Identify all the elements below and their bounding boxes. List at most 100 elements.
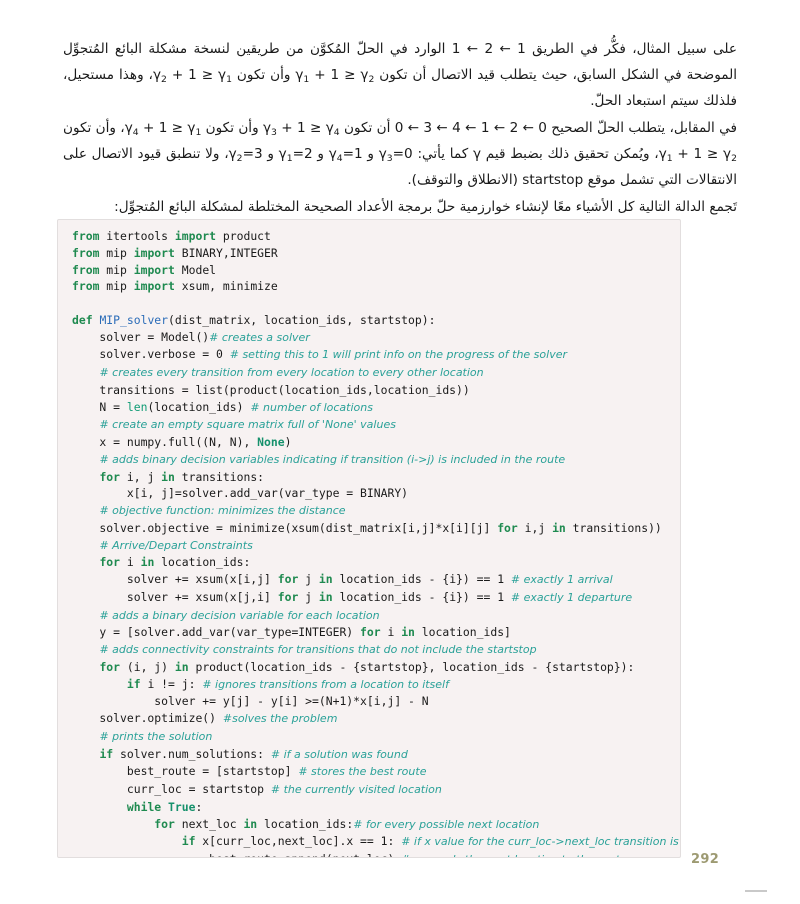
code-token: # if a solution was found	[270, 747, 408, 761]
code-line: solver += xsum(x[i,j] for j in location_…	[72, 571, 680, 589]
code-line: # objective function: minimizes the dist…	[72, 502, 680, 520]
code-token: N =	[72, 399, 127, 414]
prose-body: على سبيل المثال، فكُّر في الطريق 1 ← 2 ←…	[63, 36, 737, 220]
code-line: solver = Model()# creates a solver	[72, 329, 680, 347]
code-line: best_route.append(next_loc) # appends th…	[72, 851, 680, 857]
code-token: :	[387, 834, 402, 849]
code-line: for next_loc in location_ids:# for every…	[72, 816, 680, 834]
code-token: from	[72, 262, 100, 277]
code-token: location_ids - {i}) ==	[332, 572, 498, 586]
code-token: # objective function: minimizes the dist…	[99, 504, 346, 517]
code-token: # prints the solution	[99, 729, 213, 743]
code-line: # create an empty square matrix full of …	[72, 416, 680, 434]
code-token: MIP_solver	[99, 312, 169, 327]
code-token: for	[99, 469, 121, 484]
code-token: # the currently visited location	[270, 783, 442, 796]
code-token: best_route.append(next_loc)	[72, 852, 401, 857]
code-line: while True:	[72, 799, 680, 816]
code-token: :	[195, 799, 203, 814]
code-token: i	[120, 555, 141, 570]
code-line: # adds connectivity constraints for tran…	[72, 641, 680, 659]
code-line: N = len(location_ids) # number of locati…	[72, 399, 680, 417]
code-token: product(location_ids - {startstop}, loca…	[188, 659, 635, 674]
prose-paragraph-1: على سبيل المثال، فكُّر في الطريق 1 ← 2 ←…	[63, 41, 737, 109]
code-token: for	[360, 625, 381, 640]
code-token: i != j:	[140, 676, 203, 691]
code-token: (location_ids)	[147, 399, 251, 414]
code-token: in	[243, 816, 258, 831]
code-token: # if x value for the curr_loc->next_loc …	[401, 835, 681, 849]
code-token: y = [solver.add_var(var_type=INTEGER)	[72, 625, 361, 640]
code-token: x[curr_loc,next_loc].x ==	[195, 834, 381, 849]
code-line: solver.objective = minimize(xsum(dist_ma…	[72, 520, 680, 537]
code-token: solver += y[j] - y[i] >=(N+1)*x[i,j] - N	[72, 694, 429, 709]
code-token: curr_loc = startstop	[72, 782, 271, 796]
code-line: # adds a binary decision variable for ea…	[72, 607, 680, 625]
code-token: solver.num_solutions:	[113, 746, 271, 761]
page-canvas: على سبيل المثال، فكُّر في الطريق 1 ← 2 ←…	[0, 0, 800, 904]
code-line: best_route = [startstop] # stores the be…	[72, 763, 680, 781]
code-token: # adds connectivity constraints for tran…	[99, 643, 537, 656]
prose-paragraph-3: تَجمع الدالة التالية كل الأشياء معًا لإن…	[114, 199, 737, 215]
code-token: len	[126, 399, 148, 414]
code-token: # adds binary decision variables indicat…	[99, 452, 566, 466]
code-line: from itertools import product	[72, 228, 680, 245]
code-token: product	[216, 229, 271, 243]
code-token: mip	[99, 262, 134, 277]
code-token: )	[284, 435, 292, 449]
code-token: for	[99, 555, 121, 570]
code-token: while	[126, 799, 162, 814]
code-token: if	[181, 834, 196, 849]
code-line: # adds binary decision variables indicat…	[72, 451, 680, 469]
code-line: # prints the solution	[72, 728, 680, 746]
code-line: transitions = list(product(location_ids,…	[72, 382, 680, 399]
code-token: for	[277, 572, 299, 586]
code-token: # for every possible next location	[353, 817, 540, 831]
code-token: (dist_matrix, location_ids, startstop):	[168, 312, 436, 327]
code-token: if	[126, 676, 141, 691]
code-token: # appends the next location to the route	[401, 853, 627, 857]
code-token: in	[318, 572, 333, 586]
code-token: import	[174, 229, 217, 243]
code-token: in	[318, 589, 333, 604]
page-number: 292	[691, 852, 720, 867]
code-token: # creates every transition from every lo…	[99, 366, 484, 379]
footer-rule-mark	[745, 890, 767, 892]
code-token: xsum, minimize	[174, 279, 278, 294]
code-block[interactable]: from itertools import product from mip im…	[57, 219, 681, 858]
code-line: def MIP_solver(dist_matrix, location_ids…	[72, 312, 680, 329]
code-token: j	[298, 589, 319, 604]
code-line: # creates every transition from every lo…	[72, 364, 680, 382]
code-token: mip	[99, 279, 134, 294]
code-token: in	[401, 625, 415, 640]
code-token: # setting this to 1 will print info on t…	[229, 348, 567, 362]
code-token: j	[298, 572, 319, 586]
code-token: # number of locations	[250, 400, 373, 414]
code-token: location_ids]	[414, 625, 511, 640]
code-token: location_ids:	[154, 555, 251, 570]
code-token: # create an empty square matrix full of …	[99, 418, 396, 432]
code-token: x[i, j]=solver.add_var(var_type = BINARY…	[72, 486, 409, 501]
code-line: if i != j: # ignores transitions from a …	[72, 676, 680, 694]
code-token: transitions = list(product(location_ids,…	[72, 382, 470, 397]
prose-paragraph-2: في المقابل، يتطلب الحلّ الصحيح 0 ← 3 ← 4…	[63, 120, 737, 188]
code-token: x = numpy.full((N, N),	[72, 435, 258, 449]
code-token: # creates a solver	[209, 330, 310, 344]
code-token: next_loc	[174, 816, 244, 831]
code-token: solver.verbose =	[72, 347, 217, 362]
